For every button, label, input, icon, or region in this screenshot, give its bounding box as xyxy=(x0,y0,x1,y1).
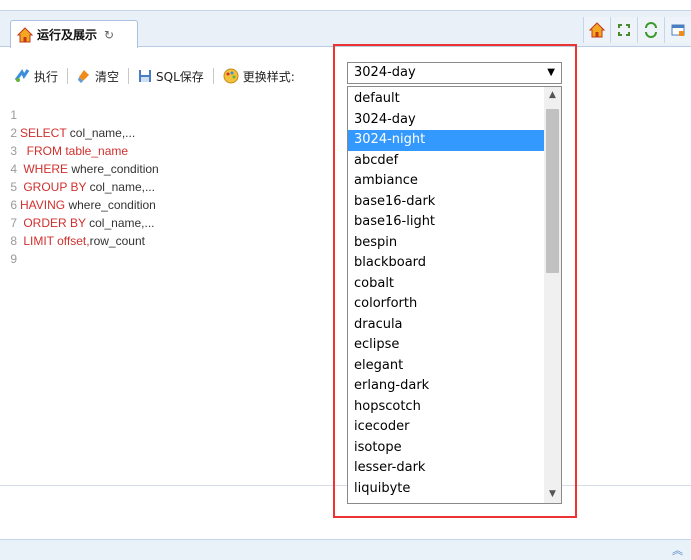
style-option[interactable]: lesser-dark xyxy=(348,458,544,479)
panel-icon[interactable] xyxy=(664,17,691,43)
style-option[interactable]: colorforth xyxy=(348,294,544,315)
style-option[interactable]: bespin xyxy=(348,233,544,254)
change-style-control: 更换样式: xyxy=(223,68,295,85)
tab-label: 运行及展示 xyxy=(37,28,98,42)
code-line: 9 xyxy=(10,252,17,266)
tab-bar: 运行及展示 ↻ xyxy=(0,10,691,48)
style-option-highlighted[interactable]: 3024-night xyxy=(348,130,544,151)
clear-button[interactable]: 清空 xyxy=(77,68,119,85)
style-option[interactable]: ambiance xyxy=(348,171,544,192)
style-option[interactable]: dracula xyxy=(348,315,544,336)
style-select[interactable]: 3024-day ▼ xyxy=(347,62,562,84)
scrollbar-thumb[interactable] xyxy=(546,109,559,273)
style-option[interactable]: erlang-dark xyxy=(348,376,544,397)
toolbar-divider xyxy=(128,68,130,84)
clear-label: 清空 xyxy=(95,69,120,84)
code-line: 6 HAVING where_condition xyxy=(10,198,156,212)
style-option[interactable]: 3024-day xyxy=(348,110,544,131)
execute-icon xyxy=(14,69,30,82)
code-line: 1 xyxy=(10,108,17,122)
sql-save-button[interactable]: SQL保存 xyxy=(138,68,204,85)
sql-save-label: SQL保存 xyxy=(156,69,204,84)
code-line: 7 ORDER BY col_name,... xyxy=(10,216,155,230)
toolbar-divider xyxy=(212,68,214,84)
execute-label: 执行 xyxy=(34,69,59,84)
style-option[interactable]: liquibyte xyxy=(348,479,544,500)
dropdown-scrollbar[interactable]: ▲ ▼ xyxy=(544,87,561,503)
tab-run-and-display[interactable]: 运行及展示 ↻ xyxy=(10,20,138,48)
style-select-value: 3024-day xyxy=(354,65,416,80)
toolbar-divider xyxy=(67,68,69,84)
code-editor[interactable]: 1 2 SELECT col_name,... 3 FROM table_name… xyxy=(0,104,691,486)
collapse-up-icon[interactable]: ︽ xyxy=(672,542,683,558)
code-line: 8 LIMIT offset,row_count xyxy=(10,234,145,248)
scroll-up-arrow-icon[interactable]: ▲ xyxy=(544,87,561,104)
dropdown-arrow-icon: ▼ xyxy=(547,67,555,78)
clear-icon xyxy=(78,70,90,83)
style-option[interactable]: elegant xyxy=(348,356,544,377)
style-option[interactable]: eclipse xyxy=(348,335,544,356)
style-option[interactable]: cobalt xyxy=(348,274,544,295)
style-option[interactable]: base16-dark xyxy=(348,192,544,213)
save-icon xyxy=(139,70,152,82)
style-option[interactable]: hopscotch xyxy=(348,397,544,418)
home-icon xyxy=(17,26,33,42)
style-option[interactable]: blackboard xyxy=(348,253,544,274)
change-style-label: 更换样式: xyxy=(242,69,295,84)
style-option[interactable]: default xyxy=(348,89,544,110)
reload-icon[interactable] xyxy=(637,17,664,43)
tab-refresh-icon[interactable]: ↻ xyxy=(104,28,114,42)
style-option[interactable]: abcdef xyxy=(348,151,544,172)
code-line: 5 GROUP BY col_name,... xyxy=(10,180,155,194)
code-line: 2 SELECT col_name,... xyxy=(10,126,136,140)
execute-button[interactable]: 执行 xyxy=(14,68,58,85)
code-line: 4 WHERE where_condition xyxy=(10,162,159,176)
style-option[interactable]: icecoder xyxy=(348,417,544,438)
style-option[interactable]: base16-light xyxy=(348,212,544,233)
scroll-down-arrow-icon[interactable]: ▼ xyxy=(544,486,561,503)
style-dropdown-list[interactable]: default 3024-day 3024-night abcdef ambia… xyxy=(347,86,562,504)
palette-icon xyxy=(223,68,239,84)
top-right-toolbar xyxy=(583,17,691,43)
code-line: 3 FROM table_name xyxy=(10,144,129,158)
home-icon[interactable] xyxy=(583,17,610,43)
style-option[interactable]: isotope xyxy=(348,438,544,459)
editor-toolbar: 执行 清空 SQL保存 更换样式: xyxy=(0,60,691,92)
fullscreen-icon[interactable] xyxy=(610,17,637,43)
bottom-panel-bar: ︽ xyxy=(0,539,691,560)
